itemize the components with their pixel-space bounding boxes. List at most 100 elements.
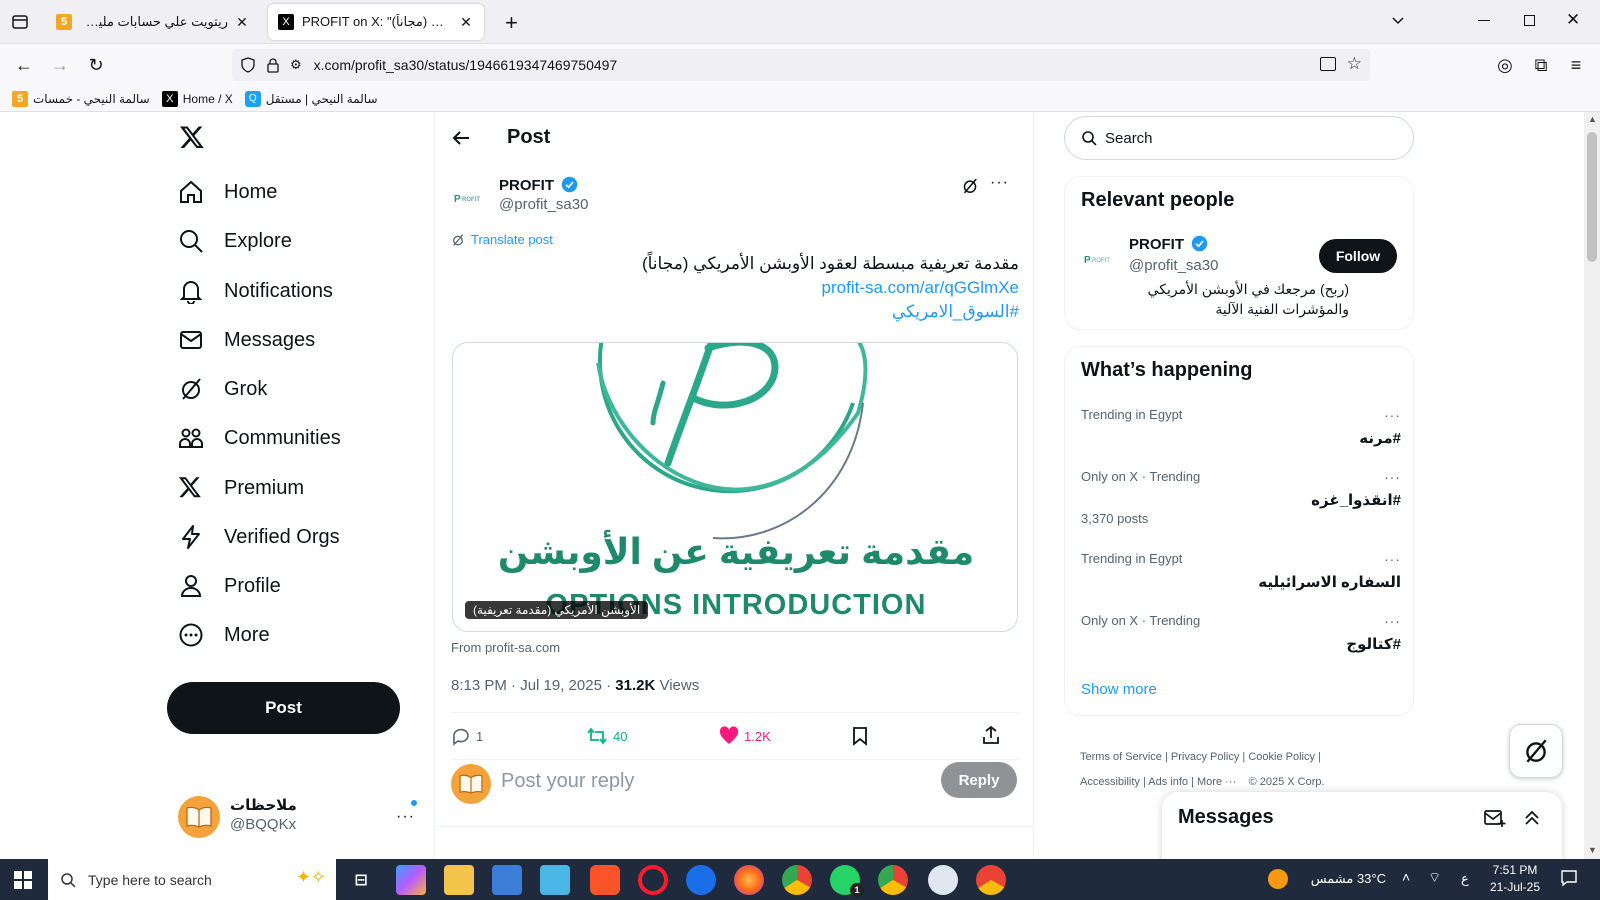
repost-action[interactable]: 40 — [586, 726, 627, 746]
translate-post-link[interactable]: Translate post — [471, 232, 553, 247]
opera-browser-icon[interactable] — [638, 865, 668, 895]
taskbar-search-input[interactable]: Type here to search — [88, 872, 212, 888]
menu-hamburger-icon[interactable]: ≡ — [1562, 51, 1590, 79]
post-link[interactable]: profit-sa.com/ar/qGGlmXe — [451, 278, 1019, 298]
footer-link[interactable]: Accessibility — [1080, 776, 1140, 788]
post-timestamp[interactable]: 8:13 PM · Jul 19, 2025 · — [451, 677, 615, 694]
footer-link[interactable]: Privacy Policy — [1171, 751, 1239, 763]
brave-browser-icon[interactable] — [590, 865, 620, 895]
search-input[interactable]: Search — [1105, 130, 1153, 147]
trend-item[interactable]: Trending in Egypt ··· السفاره الاسرائيلي… — [1081, 551, 1401, 591]
footer-link[interactable]: More ··· — [1197, 776, 1236, 788]
share-icon[interactable] — [981, 725, 1001, 745]
footer-link[interactable]: Cookie Policy — [1248, 751, 1315, 763]
reply-button[interactable]: Reply — [941, 762, 1017, 798]
reply-action[interactable]: 1 — [451, 726, 483, 746]
sidebar-item-messages[interactable]: Messages — [178, 320, 315, 360]
input-language[interactable]: ع — [1461, 871, 1469, 887]
weather-icon[interactable] — [1268, 869, 1288, 889]
scrollbar-thumb[interactable] — [1587, 132, 1597, 262]
search-box[interactable]: Search — [1064, 116, 1414, 160]
sidebar-item-home[interactable]: Home — [178, 172, 277, 212]
extensions-icon[interactable]: ⧉ — [1527, 51, 1555, 79]
firefox-browser-icon[interactable] — [734, 865, 764, 895]
clock-time[interactable]: 7:51 PM — [1480, 863, 1550, 877]
person-name-row[interactable]: PROFIT — [1129, 235, 1208, 253]
close-window-icon[interactable]: ✕ — [1566, 10, 1580, 30]
messages-drawer[interactable]: Messages — [1162, 792, 1562, 859]
bookmark-star-icon[interactable]: ☆ — [1347, 54, 1362, 74]
chrome-profile-icon[interactable] — [782, 865, 812, 895]
chrome-canary-icon[interactable] — [976, 865, 1006, 895]
task-view-icon[interactable]: ⊟ — [346, 865, 376, 895]
back-arrow-icon[interactable] — [451, 128, 471, 148]
file-explorer-icon[interactable] — [444, 865, 474, 895]
url-bar[interactable]: ⚙ x.com/profit_sa30/status/1946619347469… — [232, 49, 1370, 81]
weather-text[interactable]: 33°C مشمس — [1296, 871, 1386, 887]
windows-start-icon[interactable] — [14, 871, 32, 889]
sidebar-item-premium[interactable]: Premium — [178, 468, 304, 508]
more-dots-icon[interactable]: ··· — [1384, 613, 1401, 629]
sidebar-item-profile[interactable]: Profile — [178, 566, 281, 606]
translate-row[interactable]: Translate post — [451, 232, 553, 247]
more-dots-icon[interactable]: ··· — [1384, 469, 1401, 485]
restore-window-icon[interactable] — [1524, 15, 1535, 26]
scroll-down-arrow-icon[interactable]: ▼ — [1588, 845, 1597, 855]
permissions-icon[interactable]: ⚙ — [290, 57, 302, 73]
trend-item[interactable]: Trending in Egypt ··· #مرنه — [1081, 407, 1401, 447]
author-name-row[interactable]: PROFIT — [499, 176, 578, 194]
more-dots-icon[interactable]: ··· — [1384, 551, 1401, 567]
taskbar-search[interactable]: Type here to search ✦✧ — [48, 859, 336, 900]
footer-link[interactable]: Ads info — [1148, 776, 1188, 788]
close-tab-icon[interactable]: ✕ — [458, 14, 474, 31]
expand-chevron-icon[interactable] — [1522, 808, 1542, 828]
footer-link[interactable]: Terms of Service — [1080, 751, 1162, 763]
forward-arrow-icon[interactable]: → — [46, 51, 74, 79]
paint-icon[interactable] — [928, 865, 958, 895]
sidebar-item-grok[interactable]: Grok — [178, 369, 267, 409]
reader-view-icon[interactable] — [1320, 57, 1336, 71]
author-avatar[interactable]: P ROFIT — [451, 178, 491, 218]
notifications-center-icon[interactable] — [1560, 869, 1578, 887]
more-dots-icon[interactable]: ··· — [990, 174, 1009, 192]
tab-overflow-chevron-icon[interactable] — [1390, 12, 1406, 28]
lock-icon[interactable] — [266, 57, 280, 73]
bookmark-icon[interactable] — [851, 726, 869, 746]
sidebar-item-explore[interactable]: Explore — [178, 221, 292, 261]
author-handle[interactable]: @profit_sa30 — [499, 196, 588, 213]
control-panel-icon[interactable] — [492, 865, 522, 895]
clock-date[interactable]: 21-Jul-25 — [1480, 880, 1550, 894]
shield-icon[interactable] — [240, 57, 256, 73]
snipping-tool-icon[interactable] — [540, 865, 570, 895]
like-action[interactable]: 1.2K — [719, 726, 771, 746]
reload-icon[interactable]: ↻ — [82, 51, 110, 79]
firefox-blue-icon[interactable] — [686, 865, 716, 895]
new-tab-plus-icon[interactable]: + — [505, 10, 518, 36]
close-tab-icon[interactable]: ✕ — [234, 14, 250, 31]
whatsapp-icon[interactable]: 1 — [830, 865, 864, 897]
more-dots-icon[interactable]: ··· — [1384, 407, 1401, 423]
page-scrollbar[interactable]: ▲ ▼ — [1584, 112, 1600, 859]
person-handle[interactable]: @profit_sa30 — [1129, 257, 1218, 274]
person-name[interactable]: PROFIT — [1129, 236, 1184, 253]
new-message-icon[interactable] — [1484, 808, 1506, 828]
x-logo-icon[interactable] — [178, 124, 206, 150]
more-dots-icon[interactable]: ··· — [396, 808, 415, 826]
account-icon[interactable]: ◎ — [1491, 51, 1519, 79]
account-switcher[interactable]: ملاحظات @BQQKx ··· — [178, 794, 418, 840]
post-button[interactable]: Post — [167, 682, 400, 734]
card-source[interactable]: From profit-sa.com — [451, 640, 560, 655]
reply-input[interactable]: Post your reply — [501, 770, 901, 793]
browser-tab-khamsat[interactable]: 5 ريتويت علي حسابات مليونية - خ ✕ — [46, 4, 260, 40]
sidebar-item-more[interactable]: More — [178, 615, 270, 655]
sidebar-item-verified-orgs[interactable]: Verified Orgs — [178, 517, 340, 557]
minimize-window-icon[interactable] — [1478, 20, 1490, 21]
bookmark-mostaql[interactable]: Q سالمة النيحي | مستقل — [244, 90, 378, 107]
scroll-up-arrow-icon[interactable]: ▲ — [1588, 114, 1597, 124]
follow-button[interactable]: Follow — [1319, 239, 1397, 273]
trend-item[interactable]: Only on X · Trending ··· #انقذوا_غزه 3,3… — [1081, 469, 1401, 526]
copilot-icon[interactable] — [396, 865, 426, 895]
sidebar-item-notifications[interactable]: Notifications — [178, 271, 333, 311]
grok-icon[interactable] — [961, 177, 979, 195]
tab-list-icon[interactable] — [10, 12, 30, 32]
